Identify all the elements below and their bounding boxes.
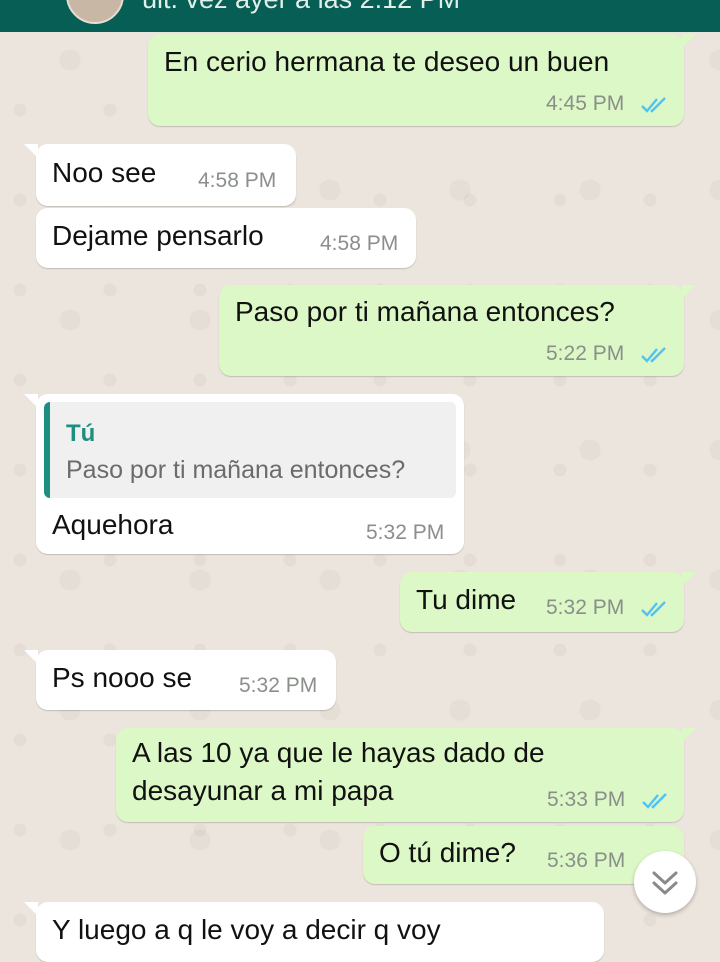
chevron-double-down-icon <box>652 871 678 895</box>
message-text: Paso por ti mañana entonces? <box>235 296 615 327</box>
message-time: 5:22 PM <box>546 342 625 365</box>
message-text-line-1: A las 10 ya que le hayas dado de <box>132 737 545 768</box>
message-text: Tu dime <box>416 584 517 615</box>
message-bubble-outgoing[interactable]: En cerio hermana te deseo un buen 4:45 P… <box>148 34 696 126</box>
double-check-icon <box>642 793 667 809</box>
double-check-icon <box>641 601 666 617</box>
double-check-icon <box>641 347 666 363</box>
message-text-line-2: desayunar a mi papa <box>132 775 394 806</box>
message-time: 5:32 PM <box>546 596 625 619</box>
message-time: 5:32 PM <box>239 674 318 697</box>
contact-avatar[interactable] <box>66 0 124 24</box>
message-text: Ps nooo se <box>52 662 193 693</box>
message-text: En cerio hermana te deseo un buen <box>164 46 610 77</box>
message-time: 5:36 PM <box>547 849 626 872</box>
chat-header[interactable]: últ. vez ayer a las 2:12 PM <box>0 0 720 32</box>
quoted-text: Paso por ti mañana entonces? <box>66 456 406 484</box>
message-text: O tú dime? <box>379 837 516 868</box>
quote-accent-bar <box>44 402 50 498</box>
message-time: 5:33 PM <box>547 788 626 811</box>
message-time: 4:58 PM <box>198 169 277 192</box>
message-bubble-outgoing[interactable]: A las 10 ya que le hayas dado de desayun… <box>116 728 696 822</box>
message-bubble-incoming-reply[interactable]: Tú Paso por ti mañana entonces? Aquehora… <box>24 394 464 554</box>
quoted-message[interactable]: Tú Paso por ti mañana entonces? <box>44 402 456 498</box>
message-bubble-incoming[interactable]: Ps nooo se 5:32 PM <box>24 650 336 710</box>
last-seen-status: últ. vez ayer a las 2:12 PM <box>142 0 460 16</box>
message-text: Dejame pensarlo <box>52 220 264 251</box>
message-bubble-outgoing[interactable]: Tu dime 5:32 PM <box>400 572 696 632</box>
message-bubble-incoming[interactable]: Noo see 4:58 PM <box>24 144 296 206</box>
message-time: 4:58 PM <box>320 232 399 255</box>
message-text: Noo see <box>52 157 157 188</box>
message-text: Aquehora <box>52 509 174 540</box>
quoted-author: Tú <box>66 420 96 447</box>
message-bubble-incoming[interactable]: Y luego a q le voy a decir q voy <box>24 902 604 962</box>
message-text: Y luego a q le voy a decir q voy <box>52 914 441 945</box>
message-bubble-outgoing[interactable]: Paso por ti mañana entonces? 5:22 PM <box>219 285 696 376</box>
message-time: 5:32 PM <box>366 521 445 544</box>
double-check-icon <box>641 97 666 113</box>
scroll-to-bottom-button[interactable] <box>634 851 696 913</box>
message-bubble-incoming[interactable]: Dejame pensarlo 4:58 PM <box>36 208 416 268</box>
message-time: 4:45 PM <box>546 92 625 115</box>
